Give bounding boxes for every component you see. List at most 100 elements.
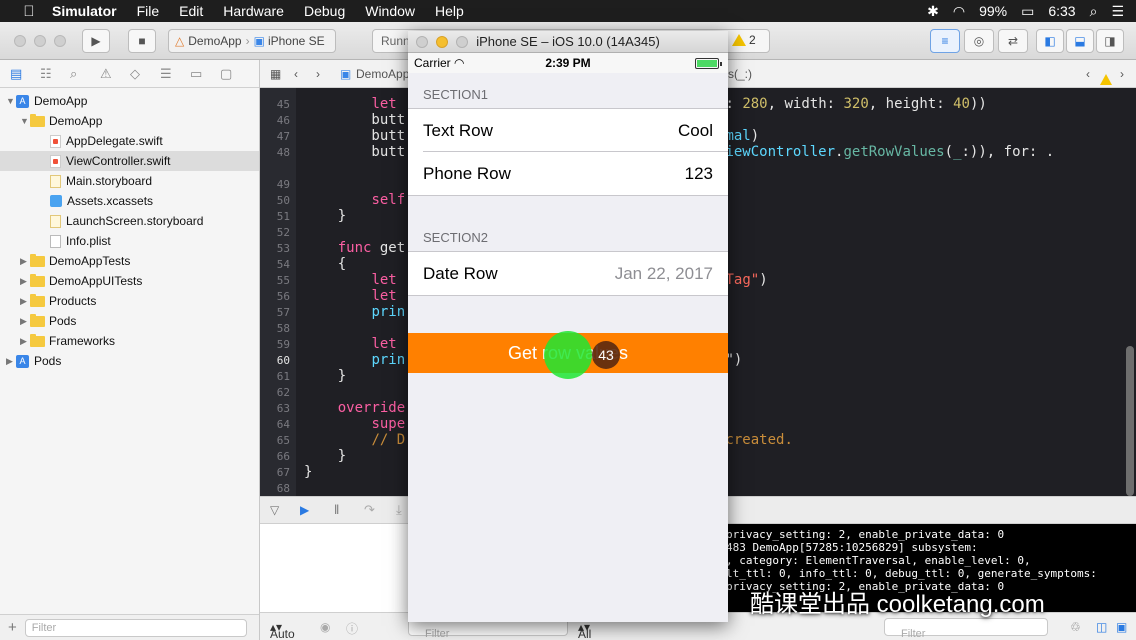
step-over-icon[interactable]: ↷: [364, 502, 375, 518]
menu-file[interactable]: File: [137, 3, 160, 19]
debug-navigator-tab-icon[interactable]: ☰: [160, 66, 190, 82]
watermark: 酷课堂出品 coolketang.com: [750, 591, 1045, 618]
bluetooth-icon[interactable]: ✱: [927, 3, 939, 20]
auto-scope-label: Auto: [270, 627, 295, 640]
editor-scrollbar[interactable]: [1126, 346, 1134, 496]
window-zoom-button[interactable]: [54, 35, 66, 47]
find-navigator-tab-icon[interactable]: ⌕: [70, 66, 100, 82]
row-value[interactable]: Jan 22, 2017: [615, 264, 713, 284]
quick-look-icon[interactable]: ◉: [320, 620, 330, 634]
toggle-navigator-button[interactable]: ◧: [1036, 29, 1064, 53]
table-row-text[interactable]: Text Row Cool: [408, 109, 728, 152]
menu-window[interactable]: Window: [365, 3, 415, 19]
clock[interactable]: 6:33: [1048, 3, 1075, 19]
project-navigator-tab-icon[interactable]: ▤: [10, 66, 40, 82]
symbol-navigator-tab-icon[interactable]: ☷: [40, 66, 70, 82]
scheme-selector[interactable]: △ DemoApp › ▣ iPhone SE: [168, 29, 336, 53]
test-navigator-tab-icon[interactable]: ◇: [130, 66, 160, 82]
tree-item-viewcontroller[interactable]: ViewController.swift: [0, 151, 259, 171]
previous-issue-icon[interactable]: ‹: [1086, 67, 1090, 81]
simulator-title-bar: iPhone SE – iOS 10.0 (14A345): [408, 31, 728, 53]
tree-item-demoapp-folder[interactable]: ▼ DemoApp: [0, 111, 259, 131]
tree-item-pods-folder[interactable]: ▶ Pods: [0, 311, 259, 331]
run-button[interactable]: ▶: [82, 29, 110, 53]
add-file-icon[interactable]: +: [8, 619, 17, 636]
console-line: lt_ttl: 0, info_ttl: 0, debug_ttl: 0, ge…: [726, 567, 1097, 580]
wifi-icon[interactable]: ◠: [953, 3, 965, 20]
split-view-left-icon[interactable]: ◫: [1096, 620, 1107, 634]
warning-badge[interactable]: 2: [732, 33, 756, 47]
battery-percent[interactable]: 99%: [979, 3, 1007, 19]
breadcrumb-method[interactable]: s(_:): [728, 67, 752, 81]
disclosure-closed-icon[interactable]: ▶: [20, 276, 30, 287]
menu-help[interactable]: Help: [435, 3, 464, 19]
sim-minimize-button[interactable]: [436, 36, 448, 48]
tree-item-appdelegate[interactable]: AppDelegate.swift: [0, 131, 259, 151]
hide-debug-area-icon[interactable]: ▽: [270, 503, 279, 517]
report-navigator-tab-icon[interactable]: ▢: [220, 66, 250, 82]
step-into-icon[interactable]: ⤓: [396, 502, 402, 518]
table-row-date[interactable]: Date Row Jan 22, 2017: [408, 252, 728, 295]
split-view-right-icon[interactable]: ▣: [1116, 620, 1127, 634]
disclosure-open-icon[interactable]: ▼: [20, 116, 30, 126]
filter-placeholder: Filter: [901, 628, 926, 640]
toggle-debug-area-button[interactable]: ⬓: [1066, 29, 1094, 53]
related-items-icon[interactable]: ▦: [270, 67, 281, 81]
breadcrumb-project[interactable]: DemoApp: [356, 67, 409, 81]
assistant-editor-button[interactable]: ◎: [964, 29, 994, 53]
tree-item-products[interactable]: ▶ Products: [0, 291, 259, 311]
toggle-utilities-button[interactable]: ◨: [1096, 29, 1124, 53]
output-selector[interactable]: All Output ▴▾: [578, 620, 591, 640]
tree-item-pods-project[interactable]: ▶ A Pods: [0, 351, 259, 371]
apple-menu-icon[interactable]: : [20, 2, 38, 20]
tree-item-frameworks[interactable]: ▶ Frameworks: [0, 331, 259, 351]
version-editor-button[interactable]: ⇄: [998, 29, 1028, 53]
simulator-title: iPhone SE – iOS 10.0 (14A345): [476, 34, 660, 49]
trash-icon[interactable]: ♲: [1070, 620, 1081, 634]
source-code: let y: 280, width: 320, height: 40)) but…: [260, 88, 1054, 480]
sim-zoom-button[interactable]: [456, 36, 468, 48]
tree-item-demoappuitests[interactable]: ▶ DemoAppUITests: [0, 271, 259, 291]
row-value[interactable]: 123: [685, 164, 713, 184]
window-minimize-button[interactable]: [34, 35, 46, 47]
menu-debug[interactable]: Debug: [304, 3, 345, 19]
pause-icon[interactable]: ‖: [334, 502, 339, 517]
stop-button[interactable]: ■: [128, 29, 156, 53]
disclosure-closed-icon[interactable]: ▶: [20, 256, 30, 267]
notification-center-icon[interactable]: ☰: [1111, 3, 1124, 20]
disclosure-closed-icon[interactable]: ▶: [20, 296, 30, 307]
menu-edit[interactable]: Edit: [179, 3, 203, 19]
xcode-project-icon: A: [16, 354, 29, 368]
spotlight-search-icon[interactable]: ⌕: [1090, 3, 1098, 20]
tree-item-demoapptests[interactable]: ▶ DemoAppTests: [0, 251, 259, 271]
tree-item-info-plist[interactable]: Info.plist: [0, 231, 259, 251]
tree-item-launchscreen[interactable]: LaunchScreen.storyboard: [0, 211, 259, 231]
disclosure-closed-icon[interactable]: ▶: [20, 316, 30, 327]
tree-item-demoapp-project[interactable]: ▼ A DemoApp: [0, 91, 259, 111]
table-row-phone[interactable]: Phone Row 123: [408, 152, 728, 195]
console-filter-input[interactable]: Filter: [884, 618, 1048, 640]
next-issue-icon[interactable]: ›: [1120, 67, 1124, 81]
disclosure-open-icon[interactable]: ▼: [6, 96, 16, 106]
breakpoint-navigator-tab-icon[interactable]: ▭: [190, 66, 220, 82]
issue-navigator-tab-icon[interactable]: ⚠: [100, 66, 130, 82]
row-value[interactable]: Cool: [678, 121, 713, 141]
menu-hardware[interactable]: Hardware: [223, 3, 284, 19]
window-close-button[interactable]: [14, 35, 26, 47]
tree-item-main-storyboard[interactable]: Main.storyboard: [0, 171, 259, 191]
standard-editor-button[interactable]: ≡: [930, 29, 960, 53]
forward-arrow-icon[interactable]: ›: [316, 67, 320, 81]
warning-icon: [732, 34, 746, 46]
navigator-filter-input[interactable]: Filter: [24, 618, 247, 637]
disclosure-closed-icon[interactable]: ▶: [6, 356, 16, 367]
auto-scope-selector[interactable]: Auto ▴▾: [270, 620, 295, 640]
print-description-icon[interactable]: ⓘ: [346, 620, 358, 637]
battery-icon[interactable]: ▭: [1021, 3, 1034, 20]
tree-item-assets[interactable]: Assets.xcassets: [0, 191, 259, 211]
menu-app-simulator[interactable]: Simulator: [52, 3, 117, 19]
disclosure-closed-icon[interactable]: ▶: [20, 336, 30, 347]
back-arrow-icon[interactable]: ‹: [294, 67, 298, 81]
section-header-2: SECTION2: [423, 230, 489, 245]
sim-close-button[interactable]: [416, 36, 428, 48]
breakpoints-toggle-icon[interactable]: ▶: [300, 503, 309, 517]
